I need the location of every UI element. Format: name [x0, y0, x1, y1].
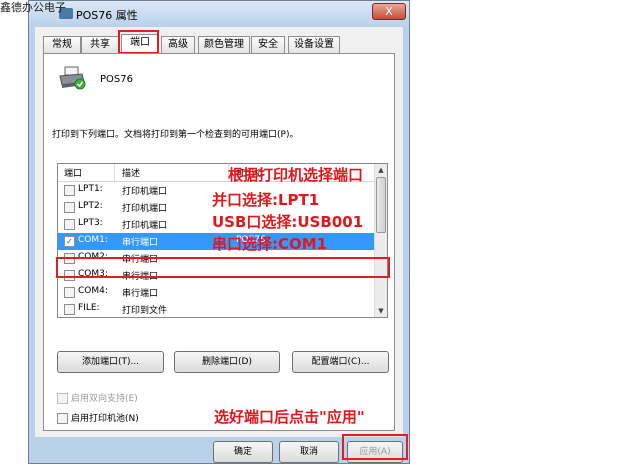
annotation-choose-port: 根据打印机选择端口 [228, 166, 364, 184]
port-list-scrollbar[interactable]: ▲ ▼ [374, 164, 387, 317]
apply-button-highlight [342, 434, 408, 460]
header-description[interactable]: 描述 [122, 166, 140, 179]
configure-port-button[interactable]: 配置端口(C)... [292, 351, 389, 373]
ports-page: POS76 打印到下列端口。文档将打印到第一个检查到的可用端口(P)。 端口 描… [43, 53, 395, 431]
port-description: 打印机端口 [122, 204, 168, 214]
printer-name: POS76 [100, 74, 133, 85]
port-description: 打印机端口 [122, 221, 168, 231]
scroll-up-arrow-icon[interactable]: ▲ [375, 164, 387, 176]
printer-properties-dialog: POS76 属性 X 常规 共享 端口 高级 颜色管理 安全 设备设置 POS7… [28, 0, 410, 464]
scroll-down-arrow-icon[interactable]: ▼ [375, 305, 387, 317]
title-bar: POS76 属性 X [29, 1, 409, 27]
annotation-serial-port: 串口选择:COM1 [212, 235, 328, 253]
printer-pooling-option[interactable]: 启用打印机池(N) [57, 411, 139, 424]
port-instruction: 打印到下列端口。文档将打印到第一个检查到的可用端口(P)。 [52, 130, 299, 140]
dialog-body: 常规 共享 端口 高级 颜色管理 安全 设备设置 POS76 打印到下列端口。文… [35, 27, 403, 437]
add-port-button[interactable]: 添加端口(T)... [57, 351, 164, 373]
port-checkbox[interactable] [64, 287, 75, 298]
tab-advanced[interactable]: 高级 [161, 36, 195, 53]
port-name: FILE: [78, 303, 100, 313]
port-checkbox[interactable] [64, 185, 75, 196]
ok-button[interactable]: 确定 [213, 441, 273, 463]
port-name: COM1: [78, 235, 108, 245]
delete-port-button[interactable]: 删除端口(D) [174, 351, 280, 373]
bidirectional-checkbox[interactable] [57, 393, 68, 404]
tab-color-management[interactable]: 颜色管理 [198, 36, 250, 53]
close-button[interactable]: X [372, 3, 406, 20]
dialog-title: POS76 属性 [76, 9, 138, 22]
port-name: LPT2: [78, 201, 103, 211]
header-port[interactable]: 端口 [64, 166, 82, 179]
pooling-label: 启用打印机池(N) [71, 414, 139, 424]
port-name: COM4: [78, 286, 108, 296]
port-name: LPT3: [78, 218, 103, 228]
tab-security[interactable]: 安全 [251, 36, 285, 53]
port-description: 串行端口 [122, 238, 159, 248]
annotation-click-apply: 选好端口后点击"应用" [214, 408, 365, 426]
port-checkbox[interactable] [64, 202, 75, 213]
port-checkbox[interactable] [64, 219, 75, 230]
port-row-file[interactable]: FILE: 打印到文件 [58, 301, 376, 317]
port-checkbox[interactable] [64, 304, 75, 315]
watermark-text: 鑫德办公电子 [0, 1, 66, 14]
bidirectional-support-option[interactable]: 启用双向支持(E) [57, 391, 138, 404]
tab-sharing[interactable]: 共享 [81, 36, 119, 53]
printer-icon [59, 66, 86, 90]
annotation-parallel-port: 并口选择:LPT1 [212, 191, 320, 209]
ports-tab-highlight [118, 30, 159, 54]
port-description: 打印到文件 [122, 306, 168, 316]
tab-general[interactable]: 常规 [43, 36, 81, 53]
port-name: LPT1: [78, 184, 103, 194]
port-description: 串行端口 [122, 289, 159, 299]
pooling-checkbox[interactable] [57, 413, 68, 424]
tab-device-settings[interactable]: 设备设置 [288, 36, 340, 53]
com1-row-highlight [56, 257, 390, 278]
port-row-com4[interactable]: COM4: 串行端口 [58, 284, 376, 301]
cancel-button[interactable]: 取消 [279, 441, 339, 463]
port-description: 打印机端口 [122, 187, 168, 197]
annotation-usb-port: USB口选择:USB001 [212, 213, 364, 231]
port-checkbox-checked[interactable]: ✓ [64, 236, 75, 247]
bidirectional-label: 启用双向支持(E) [71, 394, 138, 404]
scroll-thumb[interactable] [376, 177, 386, 233]
